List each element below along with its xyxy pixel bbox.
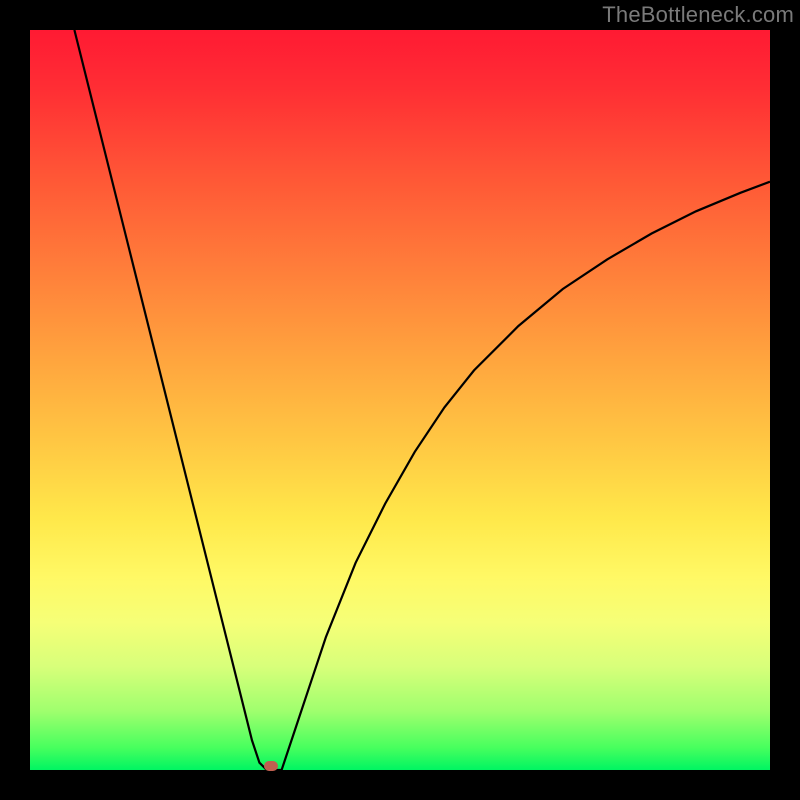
- plot-area: [30, 30, 770, 770]
- curve-path: [74, 30, 770, 770]
- chart-frame: TheBottleneck.com: [0, 0, 800, 800]
- min-point-marker: [264, 761, 278, 771]
- watermark-text: TheBottleneck.com: [602, 2, 794, 28]
- curve-svg: [30, 30, 770, 770]
